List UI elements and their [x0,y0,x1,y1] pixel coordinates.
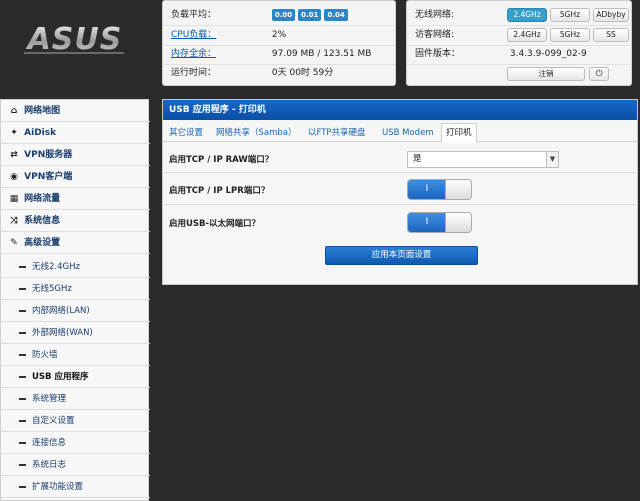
sidebar-sub-usb-apps[interactable]: USB 应用程序 [1,366,150,388]
logout-button[interactable]: 注销 [507,67,585,81]
printer-settings-panel: USB 应用程序 - 打印机 其它设置 网络共享（Samba） 以FTP共享硬盘… [162,99,638,285]
apply-button[interactable]: 应用本页面设置 [325,246,478,265]
sidebar-sub-admin[interactable]: 系统管理 [1,388,150,410]
load-1min-badge: 0.00 [271,9,296,21]
power-icon[interactable]: ⏻ [589,67,609,81]
cpu-link[interactable]: CPU负载： [171,26,269,44]
raw-port-select[interactable]: 是 ▼ [407,151,559,168]
lpr-port-toggle[interactable]: I [407,179,472,200]
guest-5g-button[interactable]: 5GHz [550,28,590,42]
sidebar-sub-syslog[interactable]: 系统日志 [1,454,150,476]
cpu-row: CPU负载： 2% [171,26,286,44]
sidebar-sub-connections[interactable]: 连接信息 [1,432,150,454]
home-icon: ⌂ [10,106,18,116]
vpn-server-icon: ⇄ [10,150,18,160]
sidebar-sub-wireless-5g[interactable]: 无线5GHz [1,278,150,300]
aidisk-icon: ✦ [10,128,18,138]
raw-port-label: 启用TCP / IP RAW端口？ [169,155,274,165]
sidebar-nav: ⌂ 网络地图 ✦ AiDisk ⇄ VPN服务器 ◉ VPN客户端 ▦ 网络流量… [0,99,150,501]
sidebar-item-traffic[interactable]: ▦ 网络流量 [1,188,150,210]
system-status-panel: 负载平均： 0.00 0.01 0.04 CPU负载： 2% 内存全余： 97.09… [162,0,396,86]
sidebar-item-system-info[interactable]: ⤨ 系统信息 [1,210,150,232]
page-title: USB 应用程序 - 打印机 [163,100,637,120]
guest-row: 访客网络: [415,26,507,44]
tab-bar: 其它设置 网络共享（Samba） 以FTP共享硬盘 USB Modem 打印机 [163,120,637,143]
sidebar-item-aidisk[interactable]: ✦ AiDisk [1,122,150,144]
traffic-icon: ▦ [9,194,19,204]
shuffle-icon: ⤨ [10,216,18,226]
sidebar-sub-extensions[interactable]: 扩展功能设置 [1,476,150,498]
load-label: 负载平均： [171,10,217,20]
guest-2g-button[interactable]: 2.4GHz [507,28,547,42]
sidebar-sub-custom[interactable]: 自定义设置 [1,410,150,432]
load-5min-badge: 0.01 [298,9,322,21]
wifi-label: 无线网络: [415,10,455,20]
firmware-value: 3.4.3.9-099_02-9 [509,49,587,59]
svg-text:ASUS: ASUS [26,22,123,57]
cpu-value: 2% [271,30,287,40]
memory-row: 内存全余： 97.09 MB / 123.51 MB [171,45,372,63]
sidebar-sub-wireless-2g[interactable]: 无线2.4GHz [1,256,150,278]
sidebar-item-vpn-server[interactable]: ⇄ VPN服务器 [1,144,150,166]
lpr-port-label: 启用TCP / IP LPR端口？ [169,186,270,196]
usb-ethernet-toggle[interactable]: I [407,212,472,233]
adbyby-button[interactable]: ADbyby [593,8,629,22]
tab-printer[interactable]: 打印机 [441,123,477,143]
globe-icon: ◉ [10,172,18,182]
wrench-icon: ✎ [10,238,18,248]
tab-other-settings[interactable]: 其它设置 [169,124,203,142]
lpr-port-row: 启用TCP / IP LPR端口？ I [163,173,637,205]
sidebar-item-network-map[interactable]: ⌂ 网络地图 [1,100,150,122]
tab-ftp[interactable]: 以FTP共享硬盘 [308,124,366,142]
chevron-down-icon: ▼ [546,152,558,167]
guest-label: 访客网络: [415,30,455,40]
firmware-row: 固件版本： 3.4.3.9-099_02-9 [415,45,587,63]
asus-logo: ASUS [24,22,124,57]
uptime-value: 0天 00时 59分 [271,68,334,78]
tab-samba[interactable]: 网络共享（Samba） [216,124,297,142]
uptime-label: 运行时间： [171,68,217,78]
usb-ethernet-row: 启用USB-以太网端口？ I [163,205,637,239]
wifi-2g-button[interactable]: 2.4GHz [507,8,547,22]
load-15min-badge: 0.04 [324,9,348,21]
sidebar-item-advanced[interactable]: ✎ 高级设置 [1,232,150,254]
wifi-row: 无线网络: [415,6,507,24]
wireless-panel: 无线网络: 2.4GHz 5GHz ADbyby 访客网络: 2.4GHz 5G… [406,0,632,86]
memory-value: 97.09 MB / 123.51 MB [271,49,372,59]
sidebar-item-vpn-client[interactable]: ◉ VPN客户端 [1,166,150,188]
raw-port-row: 启用TCP / IP RAW端口？ 是 ▼ [163,143,637,173]
load-row: 负载平均： 0.00 0.01 0.04 [171,6,351,24]
sidebar-sub-lan[interactable]: 内部网络(LAN) [1,300,150,322]
sidebar-sub-wan[interactable]: 外部网络(WAN) [1,322,150,344]
firmware-label: 固件版本： [415,49,461,59]
usb-ethernet-label: 启用USB-以太网端口？ [169,219,261,229]
wifi-5g-button[interactable]: 5GHz [550,8,590,22]
tab-usb-modem[interactable]: USB Modem [382,124,434,142]
ss-button[interactable]: SS [593,28,629,42]
uptime-row: 运行时间： 0天 00时 59分 [171,64,333,82]
sidebar-sub-firewall[interactable]: 防火墙 [1,344,150,366]
memory-link[interactable]: 内存全余： [171,45,269,63]
